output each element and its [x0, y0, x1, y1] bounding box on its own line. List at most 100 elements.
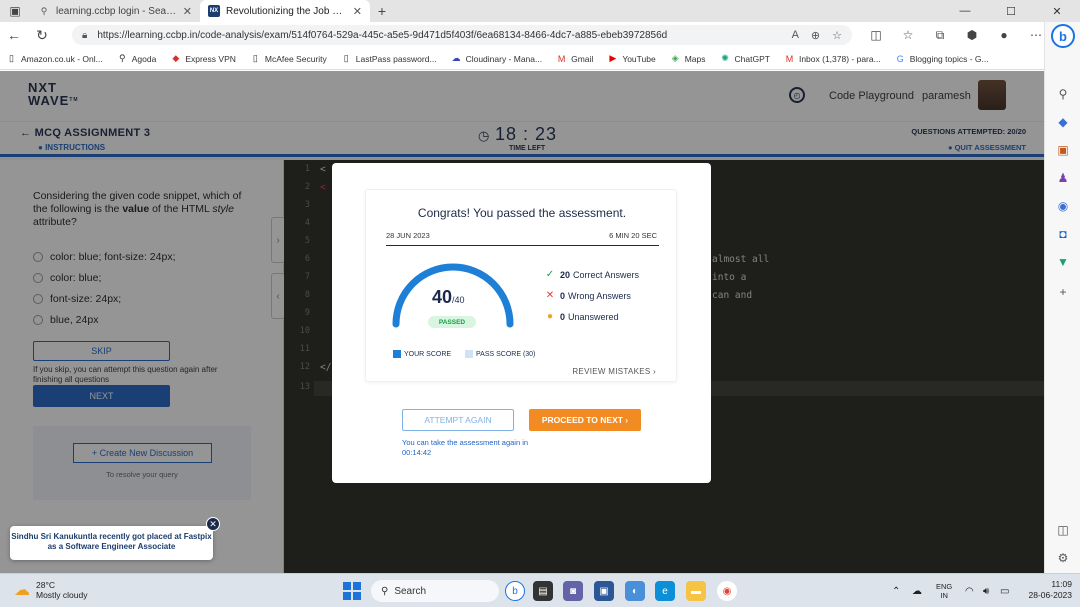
review-mistakes-link[interactable]: REVIEW MISTAKES ›	[572, 367, 656, 376]
bookmark-youtube[interactable]: ▶ YouTube	[607, 53, 655, 64]
tab-nxtwave[interactable]: NX Revolutionizing the Job Market | ✕	[200, 0, 370, 22]
bing-icon[interactable]: b	[505, 581, 525, 601]
bookmark-amazon[interactable]: ▯ Amazon.co.uk - Onl...	[6, 53, 103, 64]
proceed-to-next-button[interactable]: PROCEED TO NEXT ›	[529, 409, 641, 431]
favorites-icon[interactable]: ☆	[892, 28, 924, 42]
exam-duration: 6 MIN 20 SEC	[609, 231, 657, 240]
read-aloud-icon[interactable]: A	[792, 29, 799, 41]
extension-icon[interactable]: ⬢	[956, 28, 988, 42]
legend-your-score: YOUR SCORE	[393, 350, 451, 358]
bookmark-lastpass[interactable]: ▯ LastPass password...	[341, 53, 437, 64]
bookmark-gmail[interactable]: M Gmail	[556, 53, 593, 64]
exam-date: 28 JUN 2023	[386, 231, 430, 240]
bookmark-agoda[interactable]: ⚲ Agoda	[117, 53, 156, 64]
windows-taskbar: ☁ 28°C Mostly cloudy ⚲ Search b ▤ ◙ ▣ ◐ e …	[0, 573, 1080, 607]
dot-icon: ●	[546, 311, 554, 322]
edge-icon[interactable]: e	[655, 581, 675, 601]
refresh-icon[interactable]: ↻	[28, 22, 56, 48]
bookmark-mcafee[interactable]: ▯ McAfee Security	[250, 53, 327, 64]
settings-gear-icon[interactable]: ⚙	[1053, 548, 1073, 568]
search-icon[interactable]: ⚲	[1053, 84, 1073, 104]
window-controls: — ☐ ✕	[942, 0, 1080, 22]
tab-search[interactable]: ⚲ learning.ccbp login - Search ✕	[30, 0, 200, 22]
retake-note: You can take the assessment again in 00:…	[402, 438, 529, 457]
bookmark-blogging[interactable]: G Blogging topics - G...	[895, 53, 989, 64]
score-value: 40/40	[432, 287, 465, 307]
favorite-star-icon[interactable]: ☆	[832, 29, 842, 42]
tab-title: Revolutionizing the Job Market |	[226, 5, 349, 17]
tab-actions-icon[interactable]: ▣	[0, 0, 30, 22]
passed-badge: PASSED	[428, 316, 476, 328]
zoom-icon[interactable]: ⊕	[811, 29, 820, 42]
google-icon: G	[896, 53, 904, 64]
attempt-again-button[interactable]: ATTEMPT AGAIN	[402, 409, 514, 431]
collections-icon[interactable]: ⧉	[924, 28, 956, 43]
bookmark-expressvpn[interactable]: ◆ Express VPN	[170, 53, 236, 64]
tray-chevron-icon[interactable]: ⌃	[892, 574, 900, 607]
page-content: NXT WAVETM ◴ Code Playground paramesh ← …	[0, 71, 1044, 573]
games-icon[interactable]: ♟	[1053, 168, 1073, 188]
bookmark-chatgpt[interactable]: ✺ ChatGPT	[720, 53, 770, 64]
tab-title: learning.ccbp login - Search	[56, 5, 179, 17]
address-bar-row: ← ↻ 🔒︎ https://learning.ccbp.in/code-ana…	[0, 22, 1080, 48]
search-icon: ⚲	[40, 5, 48, 16]
bookmarks-bar: ▯ Amazon.co.uk - Onl... ⚲ Agoda ◆ Express V…	[0, 48, 1044, 70]
divider	[386, 245, 659, 246]
legend-swatch	[393, 350, 401, 358]
app-icon[interactable]: ◐	[625, 581, 645, 601]
wifi-icon[interactable]: ◠	[965, 574, 974, 607]
bookmark-inbox[interactable]: M Inbox (1,378) - para...	[784, 53, 881, 64]
lock-icon: 🔒︎	[82, 29, 88, 41]
system-clock[interactable]: 11:09 28-06-2023	[1029, 579, 1072, 601]
chevron-right-icon: ›	[650, 367, 656, 376]
back-arrow-icon[interactable]: ←	[0, 22, 28, 48]
close-icon[interactable]: ✕	[206, 517, 220, 531]
minimize-icon[interactable]: —	[942, 0, 988, 22]
maps-icon: ◈	[671, 53, 679, 63]
taskbar-search[interactable]: ⚲ Search	[371, 580, 499, 602]
profile-icon[interactable]: ●	[988, 28, 1020, 42]
shopping-tag-icon[interactable]: ◆	[1053, 112, 1073, 132]
search-icon: ⚲	[381, 585, 389, 597]
url-field[interactable]: 🔒︎ https://learning.ccbp.in/code-analysi…	[72, 25, 852, 45]
new-tab-button[interactable]: +	[370, 0, 394, 22]
partly-cloudy-icon: ☁	[14, 582, 30, 599]
chrome-icon[interactable]: ◉	[717, 581, 737, 601]
volume-icon[interactable]: 🔊︎	[983, 574, 989, 607]
bookmark-cloudinary[interactable]: ☁ Cloudinary - Mana...	[451, 53, 543, 64]
browser-toolbar-icons: ◫ ☆ ⧉ ⬢ ● ⋯	[860, 22, 1052, 48]
tools-icon[interactable]: ▣	[1053, 140, 1073, 160]
weather-widget[interactable]: ☁ 28°C Mostly cloudy	[14, 580, 88, 600]
outlook-icon[interactable]: ◘	[1053, 224, 1073, 244]
store-icon[interactable]: ▣	[594, 581, 614, 601]
close-icon[interactable]: ✕	[353, 5, 362, 18]
cloud-icon: ☁	[451, 53, 461, 63]
bing-copilot-icon[interactable]: b	[1051, 24, 1075, 48]
language-indicator[interactable]: ENG IN	[936, 574, 952, 607]
battery-icon[interactable]: ▭	[1000, 574, 1009, 607]
add-icon[interactable]: +	[1053, 282, 1073, 302]
drop-icon[interactable]: ▼	[1053, 252, 1073, 272]
maximize-icon[interactable]: ☐	[988, 0, 1034, 22]
unanswered-stat: ● 0 Unanswered	[544, 311, 619, 322]
windows-start-icon[interactable]	[343, 582, 361, 600]
task-view-icon[interactable]: ▤	[533, 581, 553, 601]
correct-answers-stat: ✓ 20 Correct Answers	[545, 269, 640, 280]
search-icon: ⚲	[118, 53, 126, 63]
congrats-heading: Congrats! You passed the assessment.	[417, 206, 627, 220]
split-screen-icon[interactable]: ◫	[860, 28, 892, 42]
office-icon[interactable]: ◉	[1053, 196, 1073, 216]
youtube-icon: ▶	[609, 53, 617, 63]
chatgpt-icon: ✺	[721, 53, 729, 63]
bookmark-maps[interactable]: ◈ Maps	[670, 53, 706, 64]
file-explorer-icon[interactable]: ▬	[686, 581, 706, 601]
result-modal: Congrats! You passed the assessment. 28 …	[332, 163, 711, 483]
legend-pass-score: PASS SCORE (30)	[465, 350, 535, 358]
wrong-answers-stat: ✕ 0 Wrong Answers	[545, 290, 631, 301]
teams-chat-icon[interactable]: ◙	[563, 581, 583, 601]
cloud-sync-icon[interactable]: ☁	[912, 574, 922, 607]
gmail-icon: M	[785, 53, 794, 64]
close-window-icon[interactable]: ✕	[1034, 0, 1080, 22]
sidebar-layout-icon[interactable]: ◫	[1053, 520, 1073, 540]
close-icon[interactable]: ✕	[183, 5, 192, 18]
